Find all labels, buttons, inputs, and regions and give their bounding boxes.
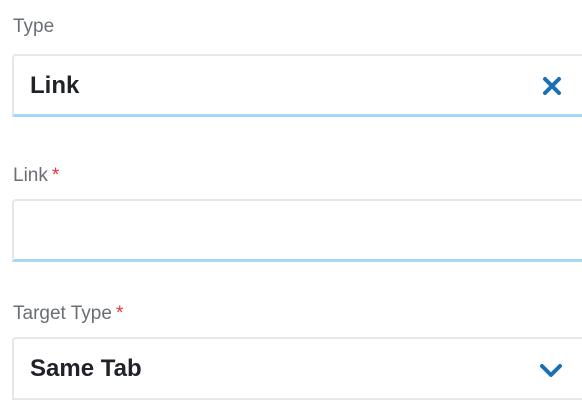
target-type-label-text: Target Type (13, 303, 112, 324)
target-type-value: Same Tab (30, 355, 142, 382)
chevron-down-icon[interactable] (538, 359, 564, 381)
link-input[interactable] (12, 199, 582, 262)
required-marker: * (51, 165, 60, 186)
link-label: Link * (13, 166, 59, 185)
type-label: Type (13, 17, 54, 36)
link-label-text: Link (13, 165, 48, 186)
target-type-label: Target Type * (13, 304, 123, 323)
type-select[interactable]: Link (12, 54, 582, 117)
target-type-select[interactable]: Same Tab (12, 337, 582, 400)
type-value: Link (30, 72, 80, 99)
required-marker: * (115, 303, 124, 324)
close-icon[interactable] (540, 74, 564, 98)
type-label-text: Type (13, 16, 55, 37)
form-panel: Type Link Link * Target Type * Same Tab (0, 0, 582, 401)
